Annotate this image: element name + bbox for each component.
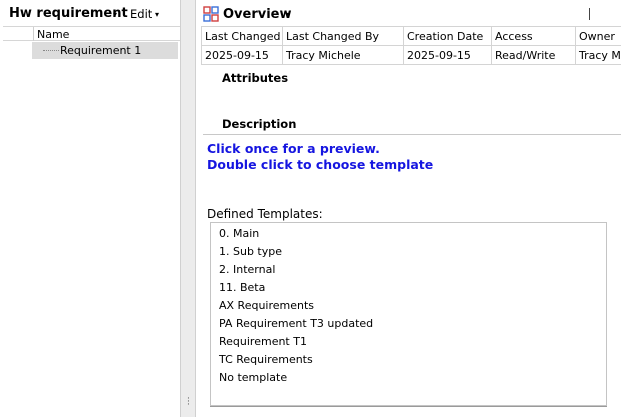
attributes-section-heading: Attributes bbox=[222, 71, 289, 85]
tree-column-header: Name bbox=[3, 26, 180, 41]
divider bbox=[210, 406, 607, 407]
cell-last-changed: 2025-09-15 bbox=[201, 45, 283, 65]
list-item-template[interactable]: 0. Main bbox=[219, 227, 259, 240]
requirements-tree-panel: Hw requirement ▾ Edit ▾ Name Requirement… bbox=[0, 0, 180, 417]
list-item-template[interactable]: TC Requirements bbox=[219, 353, 313, 366]
choose-template-instruction-link[interactable]: Double click to choose template bbox=[207, 157, 433, 172]
column-divider[interactable] bbox=[33, 27, 34, 41]
cell-access: Read/Write bbox=[491, 45, 576, 65]
column-header-owner: Owner bbox=[575, 26, 621, 46]
cell-creation-date: 2025-09-15 bbox=[403, 45, 492, 65]
description-section-heading: Description bbox=[222, 117, 297, 131]
list-item-template[interactable]: Requirement T1 bbox=[219, 335, 307, 348]
panel-splitter[interactable]: · · · bbox=[180, 0, 196, 417]
chevron-down-icon[interactable]: ▾ bbox=[113, 10, 117, 19]
preview-instruction-link[interactable]: Click once for a preview. bbox=[207, 141, 380, 156]
list-item-template[interactable]: No template bbox=[219, 371, 287, 384]
list-item-template[interactable]: PA Requirement T3 updated bbox=[219, 317, 373, 330]
grid-square bbox=[211, 14, 219, 22]
tree-connector-line bbox=[43, 50, 59, 51]
chevron-down-icon[interactable]: ▾ bbox=[285, 10, 289, 19]
table-header-row: Last Changed Last Changed By Creation Da… bbox=[201, 26, 621, 46]
list-item-template[interactable]: 11. Beta bbox=[219, 281, 265, 294]
tree-item-label: Requirement 1 bbox=[60, 44, 142, 57]
grid-square bbox=[211, 6, 219, 14]
column-header-last-changed: Last Changed bbox=[201, 26, 283, 46]
grid-square bbox=[203, 14, 211, 22]
list-item-template[interactable]: AX Requirements bbox=[219, 299, 314, 312]
chevron-down-icon[interactable]: ▾ bbox=[155, 10, 159, 19]
properties-table: Last Changed Last Changed By Creation Da… bbox=[201, 26, 621, 65]
cell-last-changed-by: Tracy Michele bbox=[282, 45, 404, 65]
column-header-last-changed-by: Last Changed By bbox=[282, 26, 404, 46]
overview-title-dropdown[interactable]: Overview bbox=[223, 7, 292, 22]
overview-panel: Overview ▾ Last Changed Last Changed By … bbox=[197, 0, 621, 417]
column-header-access: Access bbox=[491, 26, 576, 46]
column-header-creation-date: Creation Date bbox=[403, 26, 492, 46]
splitter-grip-icon[interactable]: · · · bbox=[187, 395, 190, 410]
templates-list[interactable]: 0. Main 1. Sub type 2. Internal 11. Beta… bbox=[210, 222, 607, 406]
name-column-header[interactable]: Name bbox=[37, 28, 69, 41]
tree-panel-header: Hw requirement ▾ Edit ▾ bbox=[0, 4, 180, 24]
list-item-template[interactable]: 1. Sub type bbox=[219, 245, 282, 258]
divider bbox=[203, 134, 621, 135]
list-item-template[interactable]: 2. Internal bbox=[219, 263, 275, 276]
edit-menu-button[interactable]: Edit bbox=[130, 7, 152, 21]
tree-item-requirement-1[interactable]: Requirement 1 bbox=[32, 42, 178, 59]
grid-square bbox=[203, 6, 211, 14]
panel-title-dropdown[interactable]: Hw requirement bbox=[9, 6, 128, 21]
cell-owner: Tracy Mic bbox=[575, 45, 621, 65]
overview-grid-icon[interactable] bbox=[203, 6, 219, 22]
table-row: 2025-09-15 Tracy Michele 2025-09-15 Read… bbox=[201, 45, 621, 65]
toolbar-separator bbox=[589, 8, 590, 20]
defined-templates-label: Defined Templates: bbox=[207, 207, 323, 221]
